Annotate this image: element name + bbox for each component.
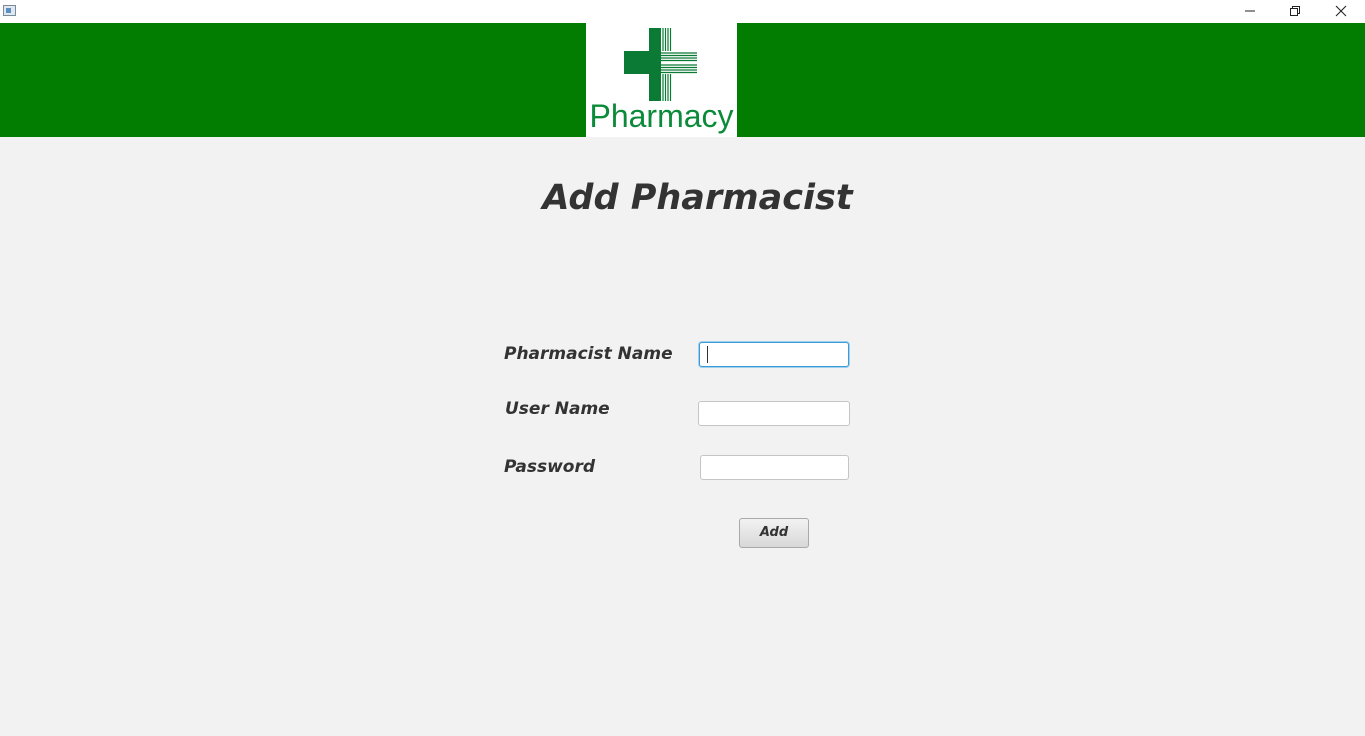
restore-icon (1290, 6, 1300, 16)
pharmacy-cross-icon (624, 28, 697, 101)
password-label: Password (504, 457, 596, 477)
password-input[interactable] (700, 455, 849, 480)
user-name-input[interactable] (698, 401, 850, 426)
minimize-icon (1245, 10, 1255, 12)
app-icon (3, 5, 16, 16)
pharmacy-logo: Pharmacy (586, 23, 737, 137)
pharmacist-name-input[interactable] (699, 342, 849, 367)
page-title: Add Pharmacist (542, 178, 853, 218)
close-icon (1335, 5, 1347, 17)
add-button[interactable]: Add (739, 518, 809, 548)
header-banner: Pharmacy (0, 23, 1365, 137)
text-caret (707, 346, 708, 363)
minimize-button[interactable] (1227, 0, 1273, 23)
pharmacist-name-label: Pharmacist Name (504, 344, 673, 364)
window-titlebar (0, 0, 1365, 23)
logo-text: Pharmacy (589, 98, 734, 134)
close-button[interactable] (1318, 0, 1364, 23)
user-name-label: User Name (505, 399, 610, 419)
restore-button[interactable] (1272, 0, 1318, 23)
